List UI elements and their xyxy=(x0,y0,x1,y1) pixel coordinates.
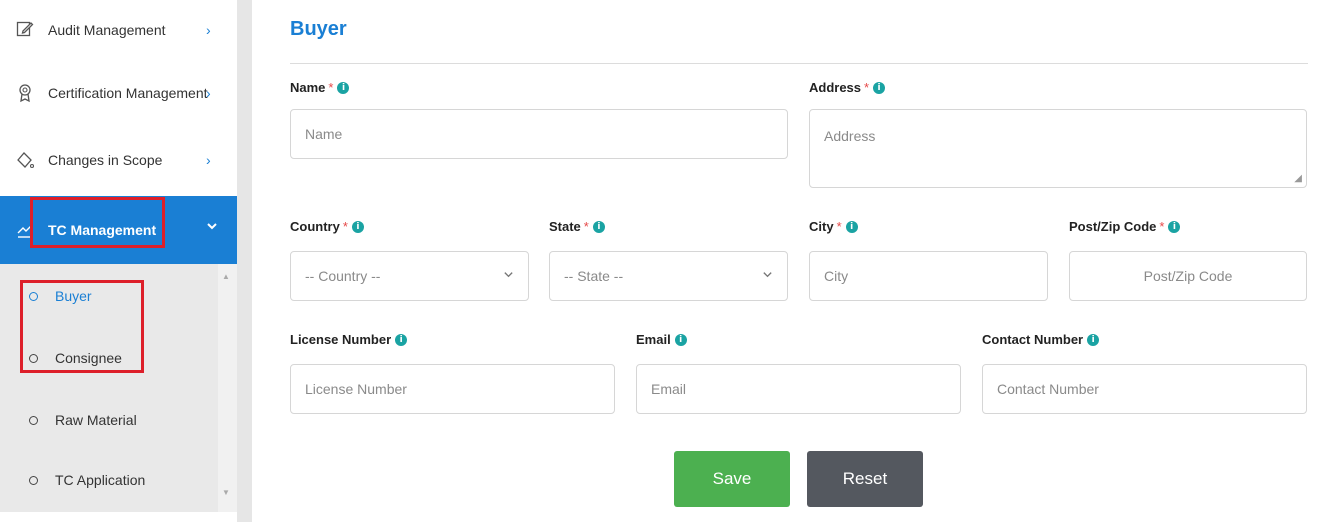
sidebar-item-tc-management[interactable]: TC Management xyxy=(0,196,237,264)
bullet-icon xyxy=(29,475,38,485)
zip-input[interactable]: Post/Zip Code xyxy=(1069,251,1307,301)
sidebar-item-label: Certification Management xyxy=(48,85,208,101)
edit-icon xyxy=(14,18,36,40)
submenu-item-tc-application[interactable]: TC Application xyxy=(0,450,218,510)
award-icon xyxy=(14,82,36,104)
info-icon[interactable]: i xyxy=(337,81,350,94)
license-input[interactable]: License Number xyxy=(290,364,615,414)
required-marker: * xyxy=(836,219,842,234)
sidebar-divider xyxy=(237,0,252,522)
submenu-item-buyer[interactable]: Buyer xyxy=(0,266,218,326)
info-icon[interactable]: i xyxy=(873,81,886,94)
info-icon[interactable]: i xyxy=(845,220,858,233)
sidebar-item-certification-management[interactable]: Certification Management › xyxy=(0,63,237,123)
submenu-item-consignee[interactable]: Consignee xyxy=(0,328,218,388)
title-divider xyxy=(290,63,1308,64)
required-marker: * xyxy=(864,80,870,95)
license-label: License Number i xyxy=(290,332,408,347)
country-label: Country * i xyxy=(290,219,364,234)
trend-icon xyxy=(14,219,36,241)
scroll-up-icon[interactable]: ▲ xyxy=(222,272,230,281)
bullet-icon xyxy=(29,353,38,363)
page-title: Buyer xyxy=(290,18,347,40)
chevron-right-icon: › xyxy=(206,85,211,101)
bullet-icon xyxy=(29,415,38,425)
save-button[interactable]: Save xyxy=(674,451,790,507)
submenu-item-label: Raw Material xyxy=(55,412,137,428)
chevron-right-icon: › xyxy=(206,22,211,38)
sidebar-item-audit-management[interactable]: Audit Management › xyxy=(0,0,237,60)
sidebar-item-changes-in-scope[interactable]: Changes in Scope › xyxy=(0,130,237,190)
fill-bucket-icon xyxy=(14,149,36,171)
info-icon[interactable]: i xyxy=(351,220,364,233)
sidebar-item-label: Changes in Scope xyxy=(48,152,163,168)
submenu-item-raw-material[interactable]: Raw Material xyxy=(0,390,218,450)
address-textarea[interactable]: Address ◢ xyxy=(809,109,1307,188)
submenu-scrollbar[interactable]: ▲ ▼ xyxy=(218,264,237,512)
info-icon[interactable]: i xyxy=(395,333,408,346)
reset-button[interactable]: Reset xyxy=(807,451,923,507)
email-input[interactable]: Email xyxy=(636,364,961,414)
required-marker: * xyxy=(342,219,348,234)
submenu-item-label: Consignee xyxy=(55,350,122,366)
chevron-down-icon xyxy=(762,269,773,283)
submenu-item-label: TC Application xyxy=(55,472,146,488)
country-select[interactable]: -- Country -- xyxy=(290,251,529,301)
required-marker: * xyxy=(328,80,334,95)
address-label: Address * i xyxy=(809,80,886,95)
city-label: City * i xyxy=(809,219,858,234)
submenu-item-label: Buyer xyxy=(55,288,92,304)
info-icon[interactable]: i xyxy=(1087,333,1100,346)
chevron-right-icon: › xyxy=(206,152,211,168)
chevron-down-icon xyxy=(206,220,218,235)
main-content: Buyer Name * i Name Address * i Address ◢ Co… xyxy=(252,0,1317,522)
info-icon[interactable]: i xyxy=(592,220,605,233)
info-icon[interactable]: i xyxy=(674,333,687,346)
info-icon[interactable]: i xyxy=(1168,220,1181,233)
required-marker: * xyxy=(1159,219,1165,234)
required-marker: * xyxy=(583,219,589,234)
sidebar-item-label: Audit Management xyxy=(48,22,166,38)
zip-label: Post/Zip Code * i xyxy=(1069,219,1181,234)
tc-submenu: Buyer Consignee Raw Material TC Applicat… xyxy=(0,264,218,512)
chevron-down-icon xyxy=(503,269,514,283)
name-input[interactable]: Name xyxy=(290,109,788,159)
name-label: Name * i xyxy=(290,80,350,95)
contact-label: Contact Number i xyxy=(982,332,1100,347)
state-label: State * i xyxy=(549,219,605,234)
city-input[interactable]: City xyxy=(809,251,1048,301)
email-label: Email i xyxy=(636,332,687,347)
contact-input[interactable]: Contact Number xyxy=(982,364,1307,414)
state-select[interactable]: -- State -- xyxy=(549,251,788,301)
resize-handle-icon[interactable]: ◢ xyxy=(1294,173,1302,184)
scroll-down-icon[interactable]: ▼ xyxy=(222,488,230,497)
sidebar-item-label: TC Management xyxy=(48,222,157,238)
bullet-icon xyxy=(29,291,38,301)
